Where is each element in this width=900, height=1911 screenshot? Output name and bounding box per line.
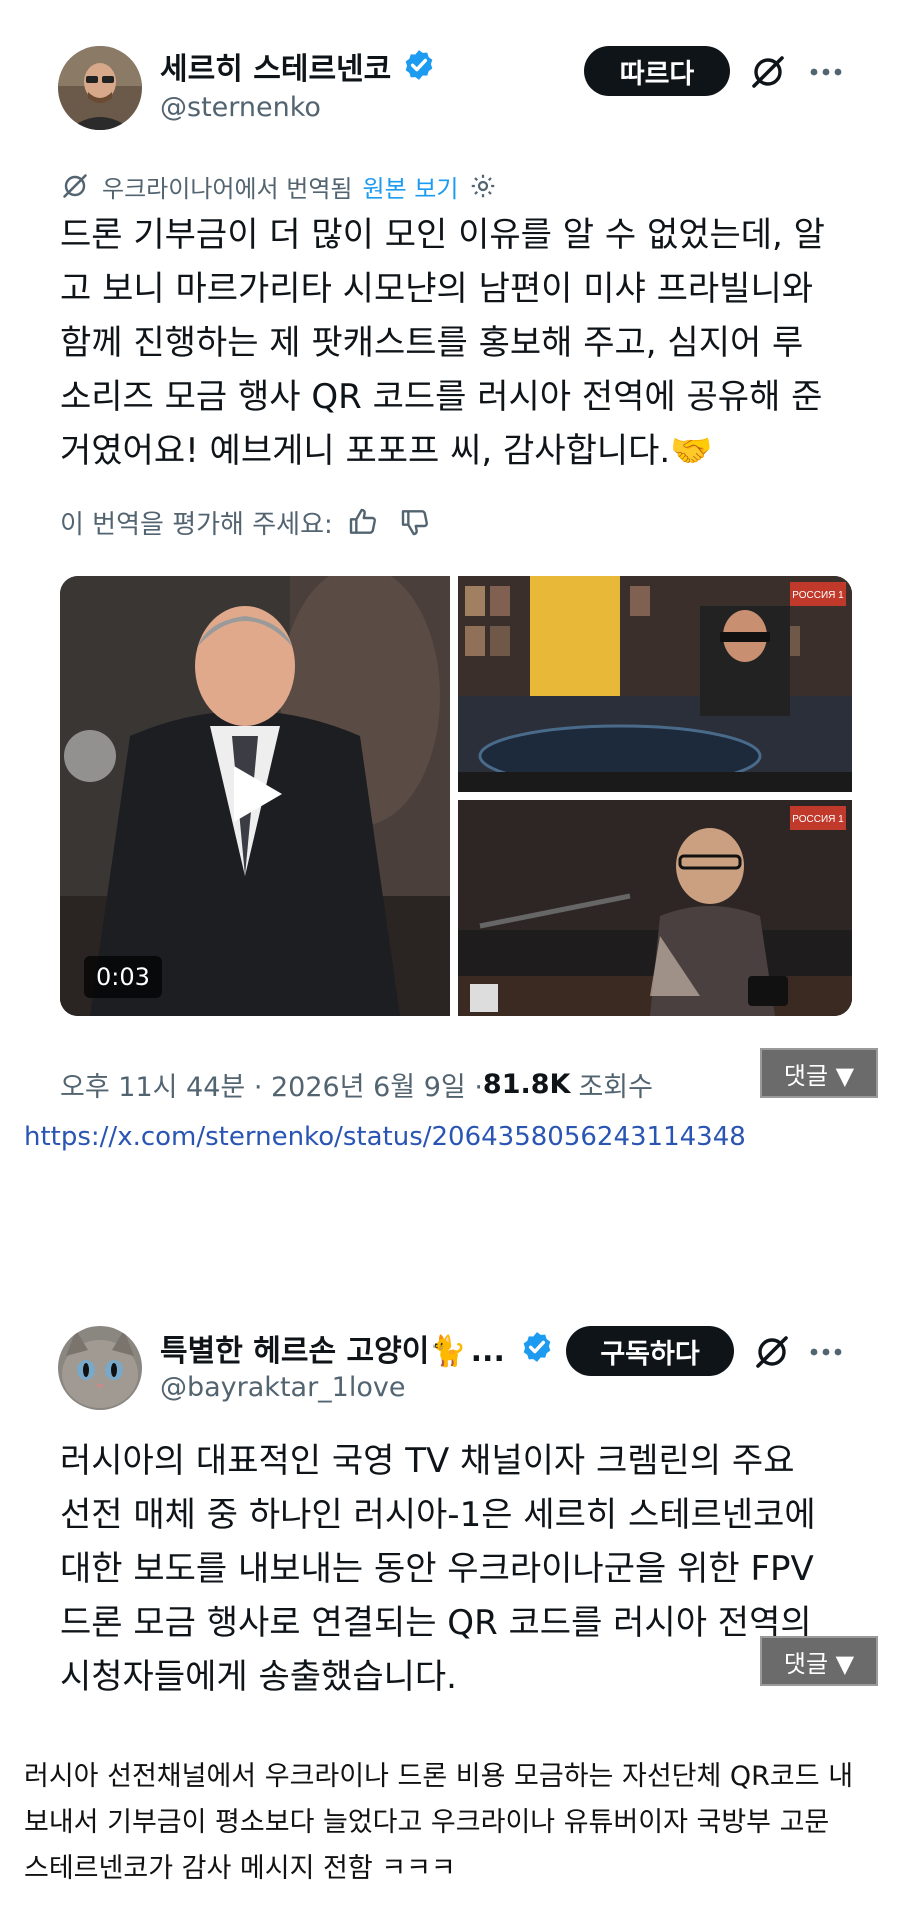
more-options-icon[interactable] [808,66,844,78]
follow-button[interactable]: 따르다 [584,46,730,96]
video-duration: 0:03 [84,956,162,998]
podcast-image[interactable] [458,800,852,1016]
tweet-bayraktar: 특별한 헤르손 고양이🐈... @bayraktar_1love 구독하다 러시… [0,1310,900,1710]
body-line: 선전 매체 중 하나인 러시아-1은 세르히 스테르넨코에 [60,1495,816,1535]
cat-emoji: 🐈 [429,1334,467,1369]
name-ellipsis: ... [470,1334,505,1369]
body-line: 대한 보도를 내보내는 동안 우크라이나군을 위한 FPV [60,1549,814,1589]
post-caption: 러시아 선전채널에서 우크라이나 드론 비용 모금하는 자선단체 QR코드 내 … [24,1754,884,1892]
channel-badge: РОССИЯ 1 [792,590,844,601]
tweet-body: 드론 기부금이 더 많이 모인 이유를 알 수 없었는데, 알 고 보니 마르가… [60,208,860,478]
caption-line: 스테르넨코가 감사 메시지 전함 ㅋㅋㅋ [24,1853,456,1884]
caption-line: 러시아 선전채널에서 우크라이나 드론 비용 모금하는 자선단체 QR코드 내 [24,1761,854,1792]
translate-icon [63,174,87,198]
handshake-emoji: 🤝 [670,431,713,471]
translation-notice: 우크라이나어에서 번역됨 원본 보기 [60,166,498,206]
display-name[interactable]: 특별한 헤르손 고양이🐈... [160,1326,505,1370]
channel-badge: РОССИЯ 1 [792,814,844,825]
body-line: 함께 진행하는 제 팟캐스트를 홍보해 주고, 심지어 루 [60,323,804,363]
comment-button[interactable]: 댓글 ▼ [760,1636,878,1686]
tweet-body: 러시아의 대표적인 국영 TV 채널이자 크렘린의 주요 선전 매체 중 하나인… [60,1434,860,1704]
studio-image[interactable] [458,576,852,792]
display-name[interactable]: 세르히 스테르넨코 [160,44,391,88]
caption-line: 보내서 기부금이 평소보다 늘었다고 우크라이나 유튜버이자 국방부 고문 [24,1807,830,1838]
tweet-url-link[interactable]: https://x.com/sternenko/status/206435805… [24,1122,746,1152]
avatar-sternenko[interactable] [58,46,142,130]
translated-from-label: 우크라이나어에서 번역됨 [102,174,353,203]
body-line-text: 거였어요! 예브게니 포포프 씨, 감사합니다. [60,431,671,471]
thumbs-up-icon[interactable] [347,506,379,538]
verified-badge-icon [523,1332,551,1362]
body-line: 거였어요! 예브게니 포포프 씨, 감사합니다.🤝 [60,424,860,478]
rate-label: 이 번역을 평가해 주세요: [60,509,333,540]
body-line: 소리즈 모금 행사 QR 코드를 러시아 전역에 공유해 준 [60,377,823,417]
comment-button[interactable]: 댓글 ▼ [760,1048,878,1098]
verified-badge-icon [405,50,433,80]
rate-translation: 이 번역을 평가해 주세요: [60,502,431,542]
gear-icon[interactable] [468,171,498,201]
body-line: 러시아의 대표적인 국영 TV 채널이자 크렘린의 주요 [60,1441,795,1481]
tweet-sternenko: 세르히 스테르넨코 @sternenko 따르다 우크라이나어에서 번역됨 원본… [0,0,900,1152]
play-icon[interactable] [230,762,286,826]
grok-icon[interactable] [752,1332,792,1372]
display-name-text: 특별한 헤르손 고양이 [160,1334,430,1369]
media-grid: РОССИЯ 1 РОССИЯ 1 0:03 [60,576,852,1016]
avatar-bayraktar[interactable] [58,1326,142,1410]
tweet-meta: 오후 11시 44분 · 2026년 6월 9일 · 81.8K 조회수 [60,1064,653,1104]
body-line: 고 보니 마르가리타 시모냔의 남편이 미샤 프라빌니와 [60,269,814,309]
views-count: 81.8K [482,1068,571,1100]
show-original-link[interactable]: 원본 보기 [363,169,459,204]
body-line: 드론 기부금이 더 많이 모인 이유를 알 수 없었는데, 알 [60,215,825,255]
thumbs-down-icon[interactable] [399,506,431,538]
body-line: 시청자들에게 송출했습니다. [60,1657,457,1697]
handle[interactable]: @sternenko [160,92,321,123]
subscribe-button[interactable]: 구독하다 [566,1326,734,1376]
timestamp[interactable]: 오후 11시 44분 · 2026년 6월 9일 · [60,1065,483,1104]
more-options-icon[interactable] [808,1346,844,1358]
handle[interactable]: @bayraktar_1love [160,1372,405,1403]
body-line: 드론 모금 행사로 연결되는 QR 코드를 러시아 전역의 [60,1603,812,1643]
views-label: 조회수 [578,1071,653,1103]
grok-icon[interactable] [748,52,788,92]
